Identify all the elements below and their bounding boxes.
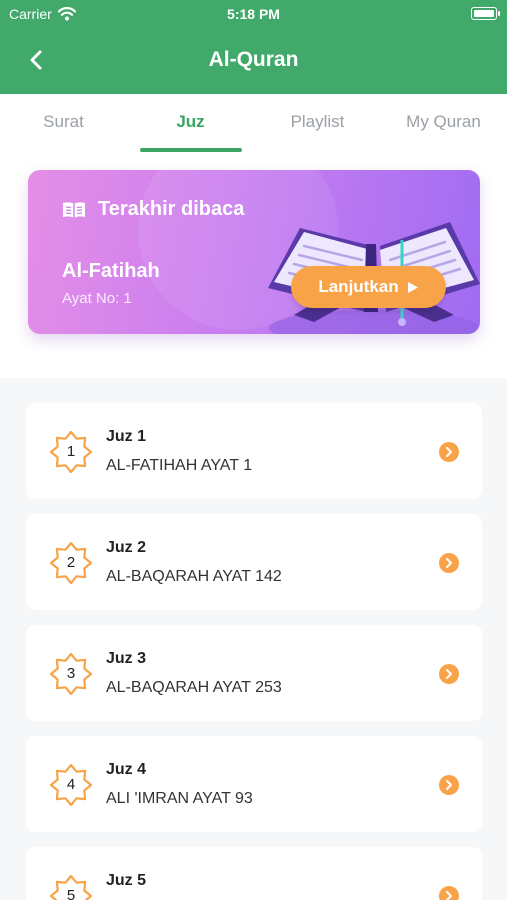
clock: 5:18 PM <box>227 6 280 22</box>
chevron-right-circle-icon[interactable] <box>439 886 459 900</box>
juz-title: Juz 3 <box>106 650 147 667</box>
tab-surat[interactable]: Surat <box>0 94 127 150</box>
tab-my-quran[interactable]: My Quran <box>380 94 507 150</box>
app-header: Carrier 5:18 PM Al-Quran <box>0 0 507 94</box>
juz-number: 3 <box>66 665 76 682</box>
continue-button[interactable]: Lanjutkan <box>291 266 446 308</box>
chevron-right-circle-icon[interactable] <box>439 775 459 795</box>
last-read-section: Terakhir dibaca Al-Fatihah Ayat No: 1 La… <box>0 156 507 378</box>
juz-list: 1 Juz 1 AL-FATIHAH AYAT 1 2 Juz 2 AL-BAQ… <box>0 378 507 900</box>
juz-number: 2 <box>66 554 76 571</box>
juz-list-item[interactable]: 3 Juz 3 AL-BAQARAH AYAT 253 <box>26 625 482 721</box>
juz-number: 4 <box>66 776 76 793</box>
tab-playlist[interactable]: Playlist <box>254 94 381 150</box>
juz-start-ayah: AL-BAQARAH AYAT 253 <box>106 679 282 696</box>
page-title: Al-Quran <box>208 48 299 71</box>
chevron-right-circle-icon[interactable] <box>439 442 459 462</box>
juz-title: Juz 2 <box>106 539 147 556</box>
active-tab-indicator <box>140 148 242 152</box>
juz-list-item[interactable]: 5 Juz 5 <box>26 847 482 900</box>
juz-list-item[interactable]: 1 Juz 1 AL-FATIHAH AYAT 1 <box>26 403 482 499</box>
last-read-heading: Terakhir dibaca <box>98 198 245 220</box>
juz-start-ayah: AL-BAQARAH AYAT 142 <box>106 568 282 585</box>
juz-start-ayah: ALI 'IMRAN AYAT 93 <box>106 790 253 807</box>
continue-button-label: Lanjutkan <box>318 277 399 296</box>
tab-juz[interactable]: Juz <box>127 94 254 150</box>
navigation-bar: Al-Quran <box>0 36 507 84</box>
last-read-surah: Al-Fatihah <box>62 260 160 282</box>
juz-list-item[interactable]: 4 Juz 4 ALI 'IMRAN AYAT 93 <box>26 736 482 832</box>
juz-list-item[interactable]: 2 Juz 2 AL-BAQARAH AYAT 142 <box>26 514 482 610</box>
tab-bar: Surat Juz Playlist My Quran <box>0 94 507 156</box>
juz-title: Juz 1 <box>106 428 147 445</box>
play-icon <box>407 281 418 293</box>
juz-number: 1 <box>66 443 76 460</box>
juz-number: 5 <box>66 887 76 900</box>
last-read-ayat: Ayat No: 1 <box>62 290 132 307</box>
juz-title: Juz 5 <box>106 872 147 889</box>
battery-icon <box>471 7 500 20</box>
chevron-right-circle-icon[interactable] <box>439 553 459 573</box>
last-read-card[interactable]: Terakhir dibaca Al-Fatihah Ayat No: 1 La… <box>28 170 480 334</box>
status-bar: Carrier 5:18 PM <box>0 0 507 28</box>
juz-start-ayah: AL-FATIHAH AYAT 1 <box>106 457 253 474</box>
open-book-icon <box>63 201 85 218</box>
chevron-right-circle-icon[interactable] <box>439 664 459 684</box>
juz-title: Juz 4 <box>106 761 147 778</box>
